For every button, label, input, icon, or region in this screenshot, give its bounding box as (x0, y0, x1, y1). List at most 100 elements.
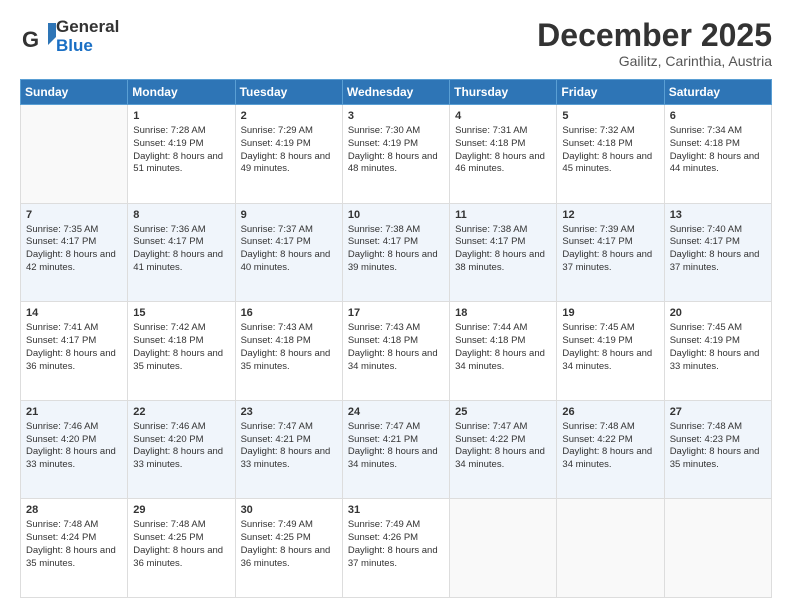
sunset-text: Sunset: 4:17 PM (670, 236, 740, 247)
sunset-text: Sunset: 4:19 PM (241, 138, 311, 149)
daylight-text: Daylight: 8 hours and 35 minutes. (670, 446, 760, 470)
daylight-text: Daylight: 8 hours and 34 minutes. (455, 348, 545, 372)
day-number: 13 (670, 208, 766, 223)
calendar-week-row: 7Sunrise: 7:35 AM Sunset: 4:17 PM Daylight… (21, 203, 772, 302)
sunset-text: Sunset: 4:18 PM (348, 335, 418, 346)
table-row (450, 499, 557, 598)
sunrise-text: Sunrise: 7:47 AM (348, 421, 420, 432)
table-row: 26Sunrise: 7:48 AMSunset: 4:22 PMDayligh… (557, 400, 664, 499)
calendar-week-row: 14Sunrise: 7:41 AMSunset: 4:17 PMDayligh… (21, 302, 772, 401)
day-number: 22 (133, 405, 229, 420)
day-number: 12 (562, 208, 658, 223)
sunset-text: Sunset: 4:18 PM (241, 335, 311, 346)
sunrise-text: Sunrise: 7:42 AM (133, 322, 205, 333)
sunrise-text: Sunrise: 7:37 AM (241, 224, 313, 235)
table-row: 28Sunrise: 7:48 AMSunset: 4:24 PMDayligh… (21, 499, 128, 598)
sunrise-text: Sunrise: 7:28 AM (133, 125, 205, 136)
table-row: 9Sunrise: 7:37 AMSunset: 4:17 PMDaylight… (235, 203, 342, 302)
title-block: December 2025 Gailitz, Carinthia, Austri… (537, 18, 772, 69)
daylight-text: Daylight: 8 hours and 33 minutes. (133, 446, 223, 470)
table-row: 12Sunrise: 7:39 AMSunset: 4:17 PMDayligh… (557, 203, 664, 302)
sunrise-text: Sunrise: 7:38 AM (348, 224, 420, 235)
sunrise-text: Sunrise: 7:48 AM (670, 421, 742, 432)
daylight-text: Daylight: 8 hours and 51 minutes. (133, 151, 223, 175)
sunrise-text: Sunrise: 7:35 AM (26, 224, 98, 235)
sunrise-text: Sunrise: 7:46 AM (26, 421, 98, 432)
sunset-text: Sunset: 4:19 PM (348, 138, 418, 149)
daylight-text: Daylight: 8 hours and 33 minutes. (26, 446, 116, 470)
table-row: 17Sunrise: 7:43 AMSunset: 4:18 PMDayligh… (342, 302, 449, 401)
location-subtitle: Gailitz, Carinthia, Austria (537, 53, 772, 69)
day-number: 29 (133, 503, 229, 518)
daylight-text: Daylight: 8 hours and 40 minutes. (241, 249, 331, 273)
daylight-text: Daylight: 8 hours and 33 minutes. (670, 348, 760, 372)
table-row: 23Sunrise: 7:47 AMSunset: 4:21 PMDayligh… (235, 400, 342, 499)
table-row: 30Sunrise: 7:49 AMSunset: 4:25 PMDayligh… (235, 499, 342, 598)
table-row: 16Sunrise: 7:43 AMSunset: 4:18 PMDayligh… (235, 302, 342, 401)
day-number: 25 (455, 405, 551, 420)
logo-blue: Blue (56, 37, 119, 56)
day-number: 8 (133, 208, 229, 223)
day-number: 14 (26, 306, 122, 321)
table-row: 15Sunrise: 7:42 AMSunset: 4:18 PMDayligh… (128, 302, 235, 401)
sunset-text: Sunset: 4:17 PM (562, 236, 632, 247)
col-wednesday: Wednesday (342, 80, 449, 105)
day-number: 19 (562, 306, 658, 321)
table-row: 20Sunrise: 7:45 AMSunset: 4:19 PMDayligh… (664, 302, 771, 401)
daylight-text: Daylight: 8 hours and 37 minutes. (562, 249, 652, 273)
daylight-text: Daylight: 8 hours and 37 minutes. (348, 545, 438, 569)
day-number: 28 (26, 503, 122, 518)
col-sunday: Sunday (21, 80, 128, 105)
table-row: 14Sunrise: 7:41 AMSunset: 4:17 PMDayligh… (21, 302, 128, 401)
daylight-text: Daylight: 8 hours and 34 minutes. (562, 348, 652, 372)
day-number: 17 (348, 306, 444, 321)
daylight-text: Daylight: 8 hours and 38 minutes. (455, 249, 545, 273)
sunrise-text: Sunrise: 7:31 AM (455, 125, 527, 136)
logo: G General Blue (20, 18, 119, 55)
sunset-text: Sunset: 4:22 PM (455, 434, 525, 445)
header: G General Blue December 2025 Gailitz, Ca… (20, 18, 772, 69)
sunset-text: Sunset: 4:18 PM (670, 138, 740, 149)
day-number: 9 (241, 208, 337, 223)
col-friday: Friday (557, 80, 664, 105)
day-number: 18 (455, 306, 551, 321)
sunrise-text: Sunrise: 7:48 AM (26, 519, 98, 530)
day-number: 7 (26, 208, 122, 223)
day-number: 23 (241, 405, 337, 420)
sunrise-text: Sunrise: 7:40 AM (670, 224, 742, 235)
sunset-text: Sunset: 4:25 PM (133, 532, 203, 543)
table-row: 2Sunrise: 7:29 AMSunset: 4:19 PMDaylight… (235, 105, 342, 204)
table-row: 22Sunrise: 7:46 AMSunset: 4:20 PMDayligh… (128, 400, 235, 499)
sunset-text: Sunset: 4:19 PM (133, 138, 203, 149)
day-number: 6 (670, 109, 766, 124)
sunset-text: Sunset: 4:17 PM (455, 236, 525, 247)
sunset-text: Sunset: 4:20 PM (133, 434, 203, 445)
day-number: 16 (241, 306, 337, 321)
day-number: 4 (455, 109, 551, 124)
sunset-text: Sunset: 4:19 PM (670, 335, 740, 346)
table-row: 11Sunrise: 7:38 AMSunset: 4:17 PMDayligh… (450, 203, 557, 302)
col-saturday: Saturday (664, 80, 771, 105)
daylight-text: Daylight: 8 hours and 37 minutes. (670, 249, 760, 273)
daylight-text: Daylight: 8 hours and 35 minutes. (133, 348, 223, 372)
daylight-text: Daylight: 8 hours and 36 minutes. (133, 545, 223, 569)
sunrise-text: Sunrise: 7:47 AM (455, 421, 527, 432)
sunrise-text: Sunrise: 7:49 AM (348, 519, 420, 530)
table-row: 19Sunrise: 7:45 AMSunset: 4:19 PMDayligh… (557, 302, 664, 401)
sunset-text: Sunset: 4:17 PM (133, 236, 203, 247)
sunrise-text: Sunrise: 7:48 AM (133, 519, 205, 530)
logo-icon: G (20, 19, 56, 55)
sunrise-text: Sunrise: 7:43 AM (348, 322, 420, 333)
table-row: 21Sunrise: 7:46 AMSunset: 4:20 PMDayligh… (21, 400, 128, 499)
sunset-text: Sunset: 4:18 PM (133, 335, 203, 346)
sunset-text: Sunset: 4:18 PM (455, 335, 525, 346)
sunset-text: Sunset: 4:17 PM (26, 335, 96, 346)
sunrise-text: Sunrise: 7:47 AM (241, 421, 313, 432)
sunset-text: Sunset: 4:17 PM (348, 236, 418, 247)
daylight-text: Daylight: 8 hours and 34 minutes. (455, 446, 545, 470)
day-number: 2 (241, 109, 337, 124)
table-row: 18Sunrise: 7:44 AMSunset: 4:18 PMDayligh… (450, 302, 557, 401)
svg-text:G: G (22, 27, 39, 52)
sunrise-text: Sunrise: 7:49 AM (241, 519, 313, 530)
col-tuesday: Tuesday (235, 80, 342, 105)
